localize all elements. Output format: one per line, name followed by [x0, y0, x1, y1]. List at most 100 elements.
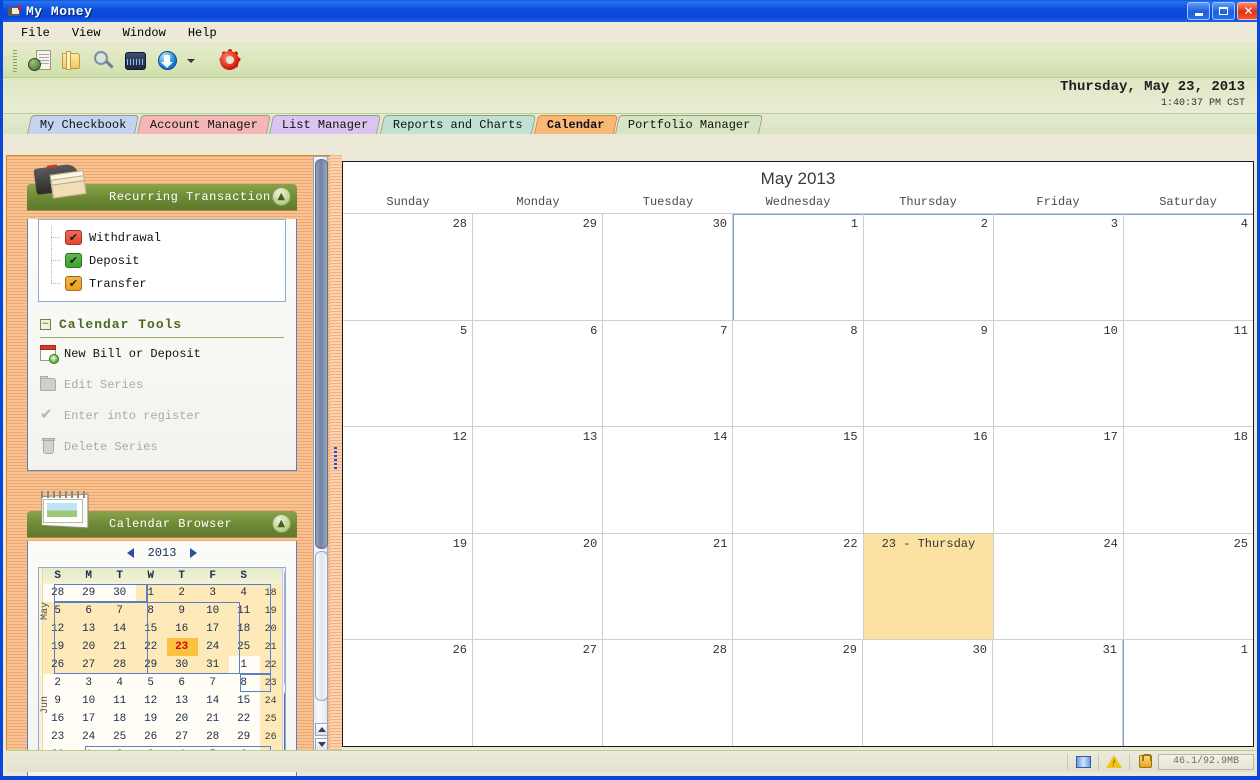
folder-button[interactable]	[57, 47, 87, 75]
sidebar-scroll-thumb-secondary[interactable]	[315, 551, 328, 701]
new-bill-or-deposit-item[interactable]: + New Bill or Deposit	[28, 338, 296, 369]
mini-calendar-day[interactable]: 19	[135, 710, 167, 728]
checkbox-withdrawal[interactable]: ✔	[65, 230, 82, 245]
mini-calendar-day[interactable]: 30	[166, 656, 198, 674]
calendar-browser-header[interactable]: Calendar Browser ▲	[27, 491, 297, 537]
mini-calendar-day[interactable]: 24	[197, 638, 229, 656]
sidebar-scroll-track[interactable]	[313, 156, 328, 754]
mini-calendar-day[interactable]: 25	[228, 638, 260, 656]
mini-calendar-day[interactable]: 1	[228, 656, 260, 674]
calendar-day-cell[interactable]: 13	[473, 427, 604, 533]
mini-calendar-day[interactable]: 2	[42, 674, 74, 692]
help-book-icon[interactable]	[1073, 753, 1093, 770]
menu-window[interactable]: Window	[113, 23, 176, 43]
mini-calendar-day[interactable]: 23	[42, 728, 74, 746]
calendar-day-cell[interactable]: 10	[994, 320, 1124, 427]
mini-calendar-day[interactable]: 11	[228, 602, 260, 620]
calendar-tools-header[interactable]: − Calendar Tools	[28, 311, 296, 334]
menu-file[interactable]: File	[11, 23, 60, 43]
mini-calendar-day[interactable]: 30	[104, 584, 136, 602]
lock-icon[interactable]	[1135, 753, 1155, 770]
mini-calendar-day[interactable]: 28	[104, 656, 136, 674]
mini-calendar-day[interactable]: 16	[166, 620, 198, 638]
mini-calendar-day[interactable]: 14	[104, 620, 136, 638]
calendar-day-cell[interactable]: 30	[603, 214, 733, 320]
tab-portfolio-manager[interactable]: Portfolio Manager	[615, 115, 764, 134]
mini-calendar-day[interactable]: 17	[73, 710, 105, 728]
mini-calendar-day[interactable]: 6	[73, 602, 105, 620]
mini-calendar-day[interactable]: 31	[197, 656, 229, 674]
mini-calendar-day[interactable]: 15	[228, 692, 260, 710]
calendar-day-cell[interactable]: 9	[864, 320, 994, 427]
calendar-day-cell[interactable]: 23 - Thursday	[863, 533, 994, 640]
mini-calendar-day[interactable]: 23	[166, 638, 198, 656]
calendar-day-cell[interactable]: 18	[1124, 427, 1253, 533]
mini-calendar-day[interactable]: 18	[104, 710, 136, 728]
calendar-day-cell[interactable]: 24	[994, 533, 1124, 640]
calendar-day-cell[interactable]: 2	[864, 214, 994, 320]
mini-calendar-day[interactable]: 4	[104, 674, 136, 692]
recurring-transactions-header[interactable]: Recurring Transactions ▲	[27, 163, 297, 210]
mini-calendar-day[interactable]: 1	[135, 584, 167, 602]
settings-button[interactable]	[215, 47, 245, 75]
close-button[interactable]: ✕	[1237, 2, 1257, 20]
mini-calendar-day[interactable]: 29	[135, 656, 167, 674]
mini-calendar-day[interactable]: 6	[166, 674, 198, 692]
calendar-day-cell[interactable]: 12	[343, 427, 474, 533]
mini-calendar-day[interactable]: 27	[73, 656, 105, 674]
calendar-day-cell[interactable]: 1	[1123, 640, 1253, 746]
mini-calendar-day[interactable]: 28	[197, 728, 229, 746]
calendar-day-cell[interactable]: 31	[993, 640, 1123, 746]
charts-button[interactable]	[121, 47, 151, 75]
mini-calendar-day[interactable]: 10	[73, 692, 105, 710]
mini-calendar-day[interactable]: 4	[228, 584, 260, 602]
enter-into-register-item[interactable]: ✔ Enter into register	[28, 400, 296, 431]
mini-calendar-day[interactable]: 3	[73, 674, 105, 692]
calendar-day-cell[interactable]: 28	[343, 214, 473, 320]
recurring-item-transfer[interactable]: ✔ Transfer	[49, 272, 281, 295]
recurring-item-deposit[interactable]: ✔ Deposit	[49, 249, 281, 272]
calendar-day-cell[interactable]: 7	[603, 320, 734, 427]
calendar-day-cell[interactable]: 28	[603, 640, 733, 746]
menu-view[interactable]: View	[62, 23, 111, 43]
arrow-right-icon[interactable]	[190, 548, 198, 558]
calendar-day-cell[interactable]: 14	[603, 427, 734, 533]
mini-calendar-day[interactable]: 2	[166, 584, 198, 602]
mini-calendar-day[interactable]: 18	[228, 620, 260, 638]
collapse-toggle-icon[interactable]: −	[40, 319, 51, 330]
mini-calendar-day[interactable]: 12	[135, 692, 167, 710]
minimize-button[interactable]	[1187, 2, 1210, 20]
calendar-day-cell[interactable]: 6	[473, 320, 604, 427]
tab-reports-and-charts[interactable]: Reports and Charts	[379, 115, 536, 134]
mini-calendar-day[interactable]: 22	[228, 710, 260, 728]
calendar-day-cell[interactable]: 4	[1124, 214, 1253, 320]
recurring-item-withdrawal[interactable]: ✔ Withdrawal	[49, 226, 281, 249]
calendar-day-cell[interactable]: 15	[733, 427, 864, 533]
calendar-day-cell[interactable]: 8	[733, 320, 864, 427]
panel-splitter[interactable]	[330, 155, 342, 755]
calendar-day-cell[interactable]: 25	[1124, 534, 1253, 640]
memory-usage-indicator[interactable]: 46.1/92.9MB	[1158, 753, 1254, 770]
calendar-day-cell[interactable]: 20	[473, 533, 604, 640]
mini-calendar-day[interactable]: 10	[197, 602, 229, 620]
tab-calendar[interactable]: Calendar	[533, 115, 618, 134]
calendar-day-cell[interactable]: 19	[343, 533, 474, 640]
chevron-up-icon[interactable]: ▲	[272, 187, 291, 206]
delete-series-item[interactable]: Delete Series	[28, 431, 296, 462]
mini-calendar-day[interactable]: 7	[104, 602, 136, 620]
mini-calendar-day[interactable]: 13	[166, 692, 198, 710]
mini-calendar-day[interactable]: 11	[104, 692, 136, 710]
mini-calendar-day[interactable]: 7	[197, 674, 229, 692]
mini-calendar-day[interactable]: 29	[73, 584, 105, 602]
calendar-day-cell[interactable]: 11	[1124, 321, 1253, 427]
download-dropdown-button[interactable]	[185, 47, 197, 75]
calendar-day-cell[interactable]: 17	[994, 427, 1124, 533]
edit-series-item[interactable]: Edit Series	[28, 369, 296, 400]
mini-calendar-year[interactable]: 2013	[142, 546, 183, 560]
mini-calendar-day[interactable]: 20	[73, 638, 105, 656]
mini-calendar-day[interactable]: 15	[135, 620, 167, 638]
mini-calendar-day[interactable]: 28	[42, 584, 74, 602]
mini-calendar-day[interactable]: 14	[197, 692, 229, 710]
calendar-day-cell[interactable]: 30	[863, 640, 993, 746]
mini-calendar-day[interactable]: 25	[104, 728, 136, 746]
